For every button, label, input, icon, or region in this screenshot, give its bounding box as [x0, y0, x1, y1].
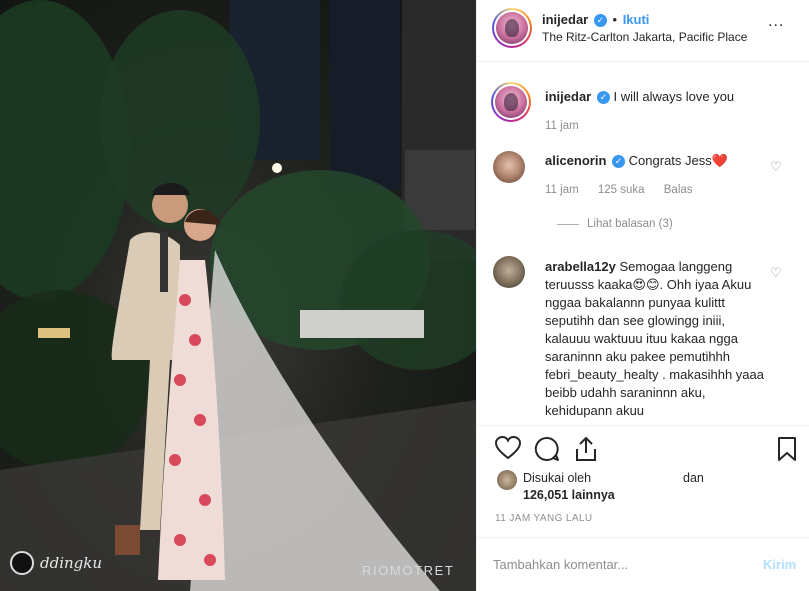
comment-likes[interactable]: 125 suka [598, 184, 645, 196]
comment-icon[interactable] [534, 436, 560, 465]
watermark-left-text: ddingku [40, 554, 103, 572]
caption-text-line: inijedar ✓ I will always love you [545, 88, 767, 106]
comment-username[interactable]: arabella12y [545, 259, 616, 274]
post-location[interactable]: The Ritz-Carlton Jakarta, Pacific Place [542, 30, 747, 44]
caption-avatar[interactable] [491, 82, 531, 122]
comment-avatar[interactable] [493, 256, 525, 288]
caption-username[interactable]: inijedar [545, 89, 591, 104]
comment-text: Congrats Jess❤️ [628, 153, 728, 168]
post-side-panel: inijedar ✓ • Ikuti The Ritz-Carlton Jaka… [476, 0, 809, 591]
post-timestamp[interactable]: 11 JAM YANG LALU [495, 513, 593, 524]
replies-divider [557, 223, 579, 225]
comment-text-line: alicenorin ✓ Congrats Jess❤️ [545, 152, 767, 170]
comment-username[interactable]: alicenorin [545, 153, 606, 168]
post-photo[interactable]: ddingku RIOMOTRET [0, 0, 476, 591]
likes-count-button[interactable]: 126,051 lainnya [523, 488, 615, 502]
likes-prefix: Disukai oleh [523, 471, 592, 485]
header-title-row: inijedar ✓ • Ikuti [542, 12, 650, 28]
share-icon[interactable] [574, 436, 598, 465]
comment-time[interactable]: 11 jam [545, 184, 579, 196]
comment-input[interactable] [493, 554, 743, 574]
caption-time[interactable]: 11 jam [545, 120, 579, 132]
post-header: inijedar ✓ • Ikuti The Ritz-Carlton Jaka… [477, 0, 809, 62]
follow-button[interactable]: Ikuti [623, 12, 650, 27]
likes-conjunction: dan [683, 471, 704, 485]
verified-badge-icon: ✓ [596, 91, 610, 105]
view-replies-label: Lihat balasan (3) [587, 218, 673, 230]
bookmark-icon[interactable] [777, 436, 797, 465]
comment-like-heart-icon[interactable]: ♡ [770, 159, 782, 175]
photographer-watermark: ddingku [10, 551, 102, 575]
view-replies-button[interactable]: Lihat balasan (3) [557, 218, 673, 230]
watermark-avatar [10, 551, 34, 575]
comment-text: Semogaa langgeng teruusss kaaka😍😊. Ohh i… [545, 259, 764, 418]
reply-button[interactable]: Balas [664, 184, 693, 196]
comment-avatar[interactable] [493, 151, 525, 183]
post-comment-button[interactable]: Kirim [763, 557, 796, 572]
header-separator: • [612, 12, 618, 27]
comment-meta: 11 jam 125 suka Balas [545, 184, 709, 196]
post-actions-bar [477, 425, 809, 467]
author-username[interactable]: inijedar [542, 12, 588, 27]
watermark-right-text: RIOMOTRET [362, 563, 455, 578]
caption-text: I will always love you [613, 89, 735, 104]
comment-text-line: arabella12y Semogaa langgeng teruusss ka… [545, 258, 767, 420]
wedding-photo-illustration [0, 0, 476, 591]
likes-summary: Disukai oleh dan 126,051 lainnya [477, 467, 809, 517]
heart-icon[interactable] [494, 435, 522, 463]
liker-avatar[interactable] [497, 470, 517, 490]
verified-badge-icon: ✓ [593, 14, 607, 28]
more-options-icon[interactable]: ... [768, 13, 784, 31]
author-avatar[interactable] [492, 8, 532, 48]
comments-list[interactable]: inijedar ✓ I will always love you 11 jam… [477, 63, 809, 425]
comment-like-heart-icon[interactable]: ♡ [770, 265, 782, 281]
add-comment-bar: Kirim [477, 537, 809, 591]
verified-badge-icon: ✓ [612, 155, 626, 169]
